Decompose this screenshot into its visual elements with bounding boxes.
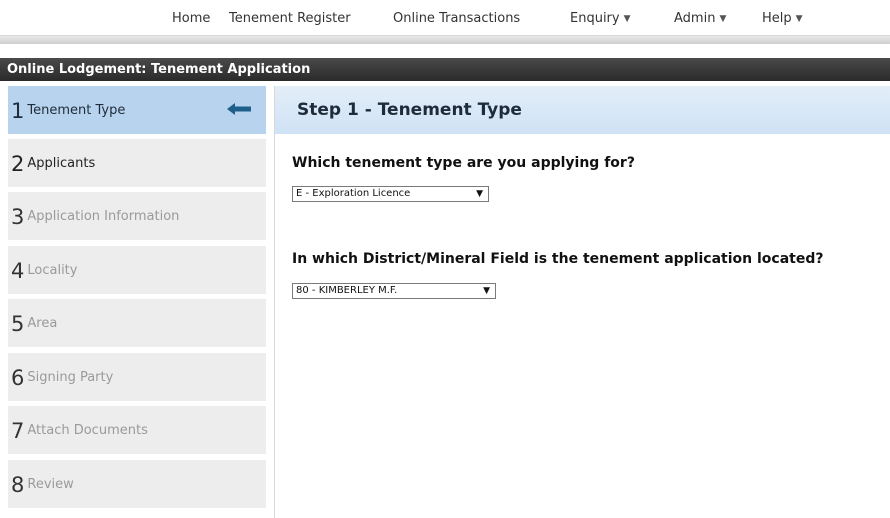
sidebar-step-application-information: 3 Application Information — [8, 192, 266, 240]
step-number: 3 — [11, 205, 25, 229]
nav-admin[interactable]: Admin ▼ — [674, 11, 726, 26]
triangle-down-icon: ▼ — [795, 14, 803, 24]
sidebar-step-applicants[interactable]: 2 Applicants — [8, 139, 266, 187]
triangle-down-icon: ▼ — [623, 14, 631, 24]
triangle-down-icon: ▼ — [483, 286, 490, 296]
top-navigation: Home Tenement Register Online Transactio… — [0, 0, 890, 35]
page-title-bar: Online Lodgement: Tenement Application — [0, 58, 890, 81]
nav-help[interactable]: Help ▼ — [762, 11, 803, 26]
nav-divider — [0, 35, 890, 44]
nav-online-transactions[interactable]: Online Transactions — [393, 11, 520, 26]
nav-admin-label: Admin — [674, 11, 716, 26]
step-label: Tenement Type — [27, 102, 126, 118]
step-label: Locality — [27, 262, 78, 278]
step-number: 5 — [11, 312, 25, 336]
tenement-type-selected-value: E - Exploration Licence — [296, 188, 411, 199]
step-label: Signing Party — [27, 369, 114, 385]
step-number: 1 — [11, 99, 25, 123]
step-number: 4 — [11, 259, 25, 283]
step-number: 2 — [11, 152, 25, 176]
step-number: 8 — [11, 473, 25, 497]
arrow-left-icon — [227, 103, 251, 115]
tenement-type-select[interactable]: E - Exploration Licence ▼ — [292, 186, 489, 202]
sidebar-step-tenement-type[interactable]: 1 Tenement Type — [8, 86, 266, 134]
sidebar-step-review: 8 Review — [8, 460, 266, 508]
step-label: Attach Documents — [27, 422, 148, 438]
district-selected-value: 80 - KIMBERLEY M.F. — [296, 285, 398, 296]
step-title: Step 1 - Tenement Type — [297, 100, 522, 120]
triangle-down-icon: ▼ — [719, 14, 727, 24]
step-header: Step 1 - Tenement Type — [275, 86, 890, 134]
step-label: Review — [27, 476, 74, 492]
step-label: Area — [27, 315, 58, 331]
sidebar-step-locality: 4 Locality — [8, 246, 266, 294]
page-title: Online Lodgement: Tenement Application — [7, 62, 311, 77]
sidebar-step-signing-party: 6 Signing Party — [8, 353, 266, 401]
district-question: In which District/Mineral Field is the t… — [292, 251, 824, 267]
tenement-type-question: Which tenement type are you applying for… — [292, 155, 635, 171]
sidebar-step-attach-documents: 7 Attach Documents — [8, 406, 266, 454]
step-label: Application Information — [27, 208, 180, 224]
panel-divider — [274, 86, 275, 518]
nav-help-label: Help — [762, 11, 792, 26]
nav-tenement-register[interactable]: Tenement Register — [229, 11, 351, 26]
nav-home[interactable]: Home — [172, 11, 210, 26]
sidebar-step-area: 5 Area — [8, 299, 266, 347]
district-select[interactable]: 80 - KIMBERLEY M.F. ▼ — [292, 283, 496, 299]
nav-enquiry[interactable]: Enquiry ▼ — [570, 11, 631, 26]
step-number: 7 — [11, 419, 25, 443]
step-number: 6 — [11, 366, 25, 390]
nav-enquiry-label: Enquiry — [570, 11, 620, 26]
triangle-down-icon: ▼ — [476, 189, 483, 199]
step-label: Applicants — [27, 155, 96, 171]
